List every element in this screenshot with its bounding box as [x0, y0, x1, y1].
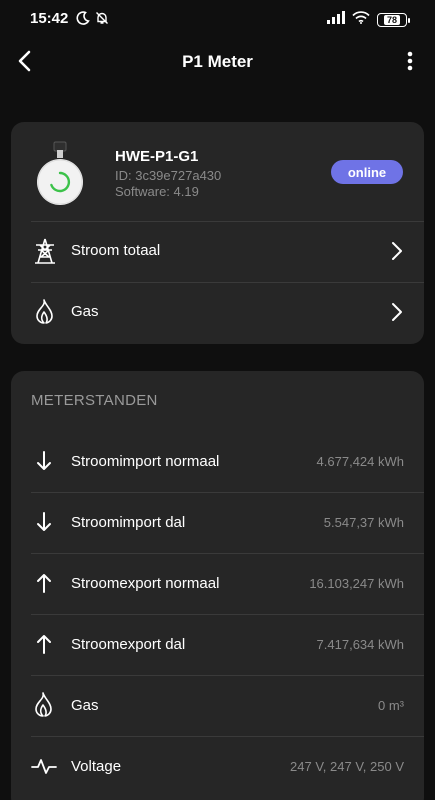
- pulse-icon: [31, 752, 57, 780]
- device-info: HWE-P1-G1 ID: 3c39e727a430 Software: 4.1…: [11, 122, 424, 221]
- device-card: HWE-P1-G1 ID: 3c39e727a430 Software: 4.1…: [11, 122, 424, 344]
- battery-icon: 78: [377, 13, 410, 27]
- device-name: HWE-P1-G1: [115, 148, 199, 165]
- meter-value: 5.547,37 kWh: [323, 515, 404, 530]
- meter-value: 247 V, 247 V, 250 V: [290, 759, 404, 774]
- meter-row-stroomimport-dal: Stroomimport dal 5.547,37 kWh: [11, 492, 424, 553]
- device-software: Software: 4.19: [115, 184, 199, 199]
- meter-label: Voltage: [71, 758, 122, 775]
- status-badge: online: [331, 160, 403, 184]
- chevron-right-icon: [390, 240, 404, 262]
- chevron-right-icon: [390, 301, 404, 323]
- nav-item-label: Gas: [71, 303, 99, 320]
- meter-value: 16.103,247 kWh: [309, 576, 404, 591]
- status-bar: 15:42 78: [0, 0, 435, 38]
- more-vertical-icon: [407, 51, 413, 76]
- arrow-down-icon: [31, 508, 57, 536]
- meter-value: 7.417,634 kWh: [316, 637, 404, 652]
- meter-row-stroomexport-dal: Stroomexport dal 7.417,634 kWh: [11, 614, 424, 675]
- meter-label: Stroomexport normaal: [71, 575, 220, 592]
- arrow-up-icon: [31, 569, 57, 597]
- page-title: P1 Meter: [182, 52, 253, 71]
- meterstanden-card: METERSTANDEN Stroomimport normaal 4.677,…: [11, 371, 424, 800]
- section-title: METERSTANDEN: [31, 392, 158, 409]
- meter-row-stroomimport-normaal: Stroomimport normaal 4.677,424 kWh: [11, 431, 424, 492]
- meter-value: 0 m³: [378, 698, 404, 713]
- device-id: ID: 3c39e727a430: [115, 168, 222, 183]
- signal-icon: [327, 11, 345, 29]
- more-options-button[interactable]: [399, 50, 421, 76]
- bell-off-icon: [95, 11, 109, 30]
- meter-label: Stroomimport normaal: [71, 453, 220, 470]
- flame-icon: [31, 297, 59, 327]
- meter-row-voltage: Voltage 247 V, 247 V, 250 V: [11, 736, 424, 797]
- battery-level: 78: [383, 15, 400, 25]
- arrow-up-icon: [31, 630, 57, 658]
- wifi-icon: [352, 11, 370, 29]
- nav-item-stroom-totaal[interactable]: Stroom totaal: [11, 221, 424, 281]
- meter-label: Stroomexport dal: [71, 636, 186, 653]
- app-header: P1 Meter: [0, 38, 435, 88]
- meter-value: 4.677,424 kWh: [316, 454, 404, 469]
- arrow-down-icon: [31, 447, 57, 475]
- meter-label: Stroomimport dal: [71, 514, 186, 531]
- meter-row-stroomexport-normaal: Stroomexport normaal 16.103,247 kWh: [11, 553, 424, 614]
- flame-icon: [31, 691, 57, 719]
- meter-label: Gas: [71, 697, 99, 714]
- meter-row-gas: Gas 0 m³: [11, 675, 424, 736]
- moon-icon: [76, 11, 90, 30]
- status-time: 15:42: [30, 10, 69, 27]
- nav-item-gas[interactable]: Gas: [11, 282, 424, 342]
- nav-item-label: Stroom totaal: [71, 242, 161, 259]
- power-tower-icon: [31, 236, 59, 266]
- device-image: [35, 140, 85, 210]
